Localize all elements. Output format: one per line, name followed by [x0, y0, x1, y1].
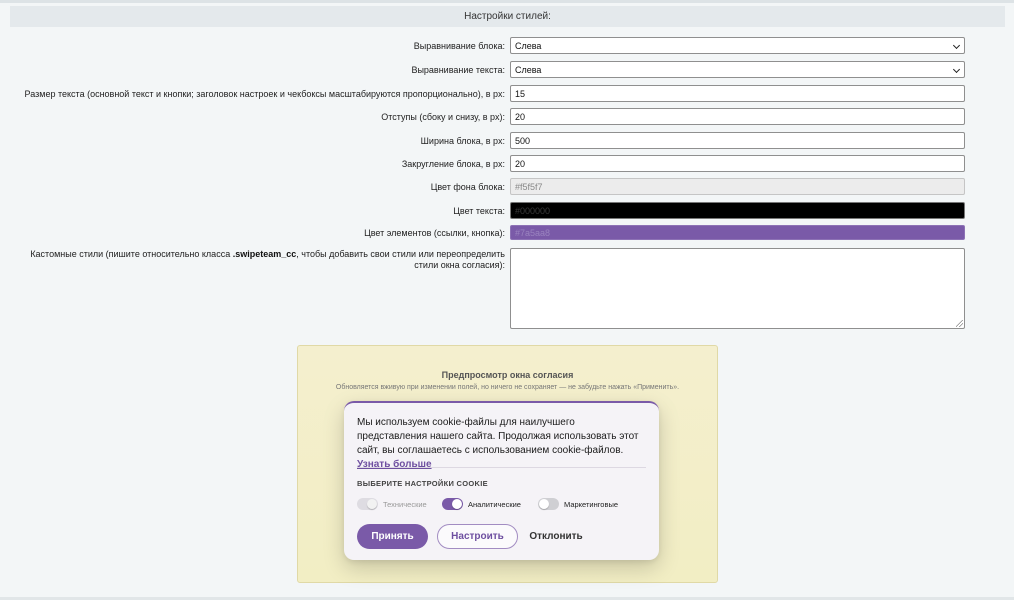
accept-button[interactable]: Принять — [357, 524, 428, 549]
padding-value: 20 — [515, 111, 526, 122]
block-align-label: Выравнивание блока: — [413, 41, 505, 51]
font-size-input[interactable]: 15 — [510, 85, 965, 102]
cookie-consent-window: Мы используем cookie-файлы для наилучшег… — [344, 401, 659, 560]
preview-subtitle: Обновляется вживую при изменении полей, … — [335, 384, 680, 391]
toggle-marketing[interactable]: Маркетинговые — [538, 498, 618, 510]
elements-color-input[interactable]: #7a5aa8 — [510, 225, 965, 240]
cookie-message: Мы используем cookie-файлы для наилучшег… — [357, 416, 647, 472]
top-border — [0, 0, 1014, 3]
width-input[interactable]: 500 — [510, 132, 965, 149]
preview-title: Предпросмотр окна согласия — [441, 370, 574, 380]
toggle-technical-label: Технические — [383, 499, 427, 509]
radius-label: Закругление блока, в px: — [401, 159, 505, 169]
font-size-label: Размер текста (основной текст и кнопки; … — [24, 89, 505, 99]
configure-button[interactable]: Настроить — [437, 524, 518, 549]
toggle-analytics-switch[interactable] — [442, 498, 463, 510]
text-color-input[interactable]: #000000 — [510, 202, 965, 219]
block-align-select[interactable]: Слева — [510, 37, 965, 54]
toggle-marketing-switch[interactable] — [538, 498, 559, 510]
radius-value: 20 — [515, 158, 526, 169]
elements-color-value: #7a5aa8 — [515, 227, 551, 238]
cookie-divider — [357, 467, 646, 468]
width-value: 500 — [515, 135, 531, 146]
bg-color-label: Цвет фона блока: — [430, 182, 505, 192]
toggle-technical-switch[interactable] — [357, 498, 378, 510]
cookie-message-text: Мы используем cookie-файлы для наилучшег… — [357, 417, 639, 456]
block-align-value: Слева — [515, 40, 542, 51]
font-size-value: 15 — [515, 88, 526, 99]
padding-input[interactable]: 20 — [510, 108, 965, 125]
text-align-label: Выравнивание текста: — [411, 65, 505, 75]
toggle-marketing-label: Маркетинговые — [564, 499, 619, 509]
text-align-value: Слева — [515, 64, 542, 75]
padding-label: Отступы (сбоку и снизу, в px): — [381, 112, 505, 122]
text-align-select[interactable]: Слева — [510, 61, 965, 78]
custom-css-class-name: .swipeteam_cc — [232, 249, 297, 259]
elements-color-label: Цвет элементов (ссылки, кнопка): — [364, 228, 505, 238]
custom-css-label: Кастомные стили (пишите относительно кла… — [27, 249, 505, 271]
cookie-settings-title: ВЫБЕРИТЕ НАСТРОЙКИ COOKIE — [357, 479, 488, 488]
text-color-label: Цвет текста: — [453, 206, 505, 216]
toggle-analytics[interactable]: Аналитические — [442, 498, 521, 510]
section-header: Настройки стилей: — [10, 6, 1005, 27]
custom-css-label-end: , чтобы добавить свои стили или переопре… — [296, 249, 505, 270]
section-title: Настройки стилей: — [464, 11, 551, 22]
toggle-technical[interactable]: Технические — [357, 498, 427, 510]
custom-css-label-start: Кастомные стили (пишите относительно кла… — [30, 249, 233, 259]
custom-css-textarea[interactable] — [510, 248, 965, 329]
decline-button[interactable]: Отклонить — [526, 524, 586, 549]
width-label: Ширина блока, в px: — [420, 136, 505, 146]
bg-color-value: #f5f5f7 — [515, 181, 543, 192]
resize-handle-icon[interactable] — [956, 320, 963, 327]
learn-more-link[interactable]: Узнать больше — [357, 459, 432, 470]
text-color-value: #000000 — [515, 205, 551, 216]
bg-color-input[interactable]: #f5f5f7 — [510, 178, 965, 195]
radius-input[interactable]: 20 — [510, 155, 965, 172]
toggle-analytics-label: Аналитические — [468, 499, 521, 509]
